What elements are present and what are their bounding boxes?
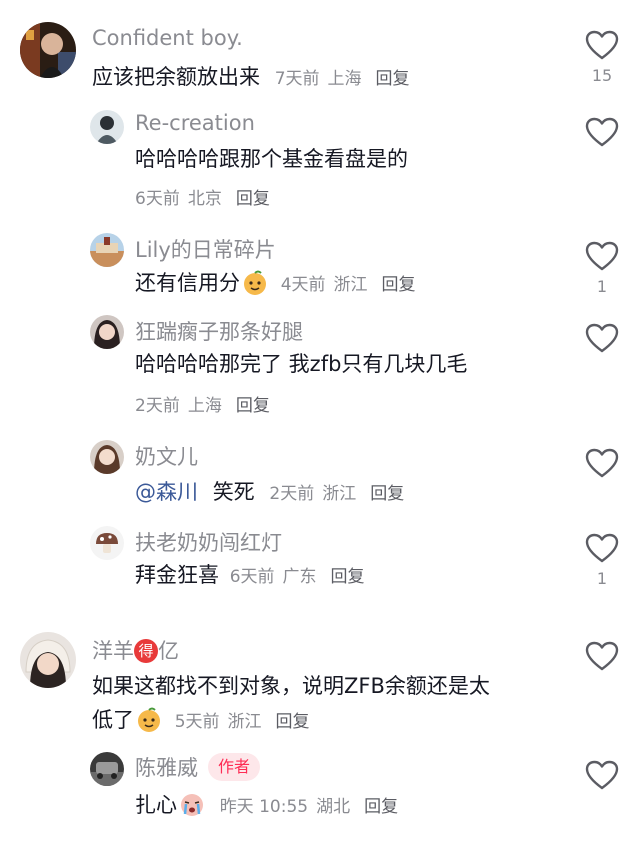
heart-outline-icon — [585, 641, 619, 671]
username-text: 陈雅威 — [135, 756, 198, 780]
comment-text: 哈哈哈哈那完了 我zfb只有几块几毛 — [135, 352, 468, 376]
like-button[interactable] — [582, 641, 622, 671]
reply-button[interactable]: 回复 — [236, 396, 270, 416]
like-button[interactable] — [582, 760, 622, 790]
mango-emoji-icon — [138, 707, 160, 732]
comment-time: 6天前 — [135, 189, 180, 209]
comment-meta: 6天前 北京 回复 — [135, 184, 270, 209]
comment-text-content: 应该把余额放出来 — [92, 65, 260, 89]
crying-emoji-icon — [181, 794, 203, 816]
heart-outline-icon — [585, 760, 619, 790]
heart-outline-icon — [585, 117, 619, 147]
comment-location: 浙江 — [333, 275, 368, 295]
heart-outline-icon — [585, 533, 619, 563]
username-text: 亿 — [158, 639, 179, 663]
comment-text-content: 拜金狂喜 — [135, 563, 219, 587]
username-text: 洋羊 — [92, 639, 134, 663]
comment-text-content: 还有信用分 — [135, 271, 240, 295]
username[interactable]: 洋羊得亿 — [92, 635, 179, 665]
reply-button[interactable]: 回复 — [370, 484, 404, 504]
like-count: 15 — [591, 66, 613, 85]
heart-outline-icon — [585, 30, 619, 60]
like-button[interactable]: 1 — [582, 241, 622, 296]
username[interactable]: Lily的日常碎片 — [135, 234, 276, 264]
author-tag: 作者 — [208, 753, 261, 781]
reply-button[interactable]: 回复 — [376, 69, 410, 89]
comment-text: 如果这都找不到对象，说明ZFB余额还是太 — [92, 674, 490, 698]
mention-link[interactable]: @森川 — [135, 480, 198, 504]
username[interactable]: Confident boy. — [92, 26, 243, 50]
comment-meta: 2天前 上海 回复 — [135, 391, 270, 416]
like-button[interactable]: 1 — [582, 533, 622, 588]
username[interactable]: Re-creation — [135, 111, 255, 135]
heart-outline-icon — [585, 323, 619, 353]
avatar[interactable] — [90, 526, 124, 560]
avatar[interactable] — [90, 440, 124, 474]
comment-time: 7天前 — [274, 69, 320, 89]
comment-location: 湖北 — [316, 797, 351, 817]
avatar[interactable] — [20, 22, 76, 78]
username[interactable]: 狂踹瘸子那条好腿 — [135, 316, 303, 346]
mango-emoji-icon — [244, 270, 266, 295]
comment-location: 北京 — [187, 189, 222, 209]
comment-location: 浙江 — [322, 484, 357, 504]
comment-text: 拜金狂喜 6天前 广东 回复 — [135, 559, 365, 593]
reply-button[interactable]: 回复 — [331, 567, 365, 587]
like-button[interactable] — [582, 323, 622, 353]
comment-text: 扎心 昨天 10:55 湖北 回复 — [135, 789, 398, 823]
comment-text-content: 扎心 — [135, 793, 177, 817]
comment-location: 上海 — [327, 69, 362, 89]
comment-text: 哈哈哈哈跟那个基金看盘是的 — [135, 147, 408, 171]
avatar[interactable] — [90, 233, 124, 267]
heart-outline-icon — [585, 448, 619, 478]
comment-text: @森川 笑死 2天前 浙江 回复 — [135, 476, 404, 510]
comment-location: 上海 — [187, 396, 222, 416]
comment-time: 6天前 — [229, 567, 275, 587]
comment-text-line2: 低了 5天前 浙江 回复 — [92, 704, 310, 738]
comment-time: 5天前 — [174, 712, 220, 732]
like-button[interactable] — [582, 117, 622, 147]
username[interactable]: 奶文儿 — [135, 441, 198, 471]
comment-time: 昨天 10:55 — [219, 797, 309, 817]
avatar[interactable] — [90, 110, 124, 144]
comment-location: 广东 — [282, 567, 317, 587]
username-badge: 得 — [134, 639, 158, 663]
like-count: 1 — [596, 277, 608, 296]
avatar[interactable] — [90, 315, 124, 349]
heart-outline-icon — [585, 241, 619, 271]
avatar[interactable] — [90, 752, 124, 786]
reply-button[interactable]: 回复 — [276, 712, 310, 732]
comment-location: 浙江 — [227, 712, 262, 732]
comment-text: 应该把余额放出来 7天前 上海 回复 — [92, 61, 410, 95]
comment-time: 4天前 — [280, 275, 326, 295]
username[interactable]: 扶老奶奶闯红灯 — [135, 527, 282, 557]
reply-button[interactable]: 回复 — [236, 189, 270, 209]
like-button[interactable]: 15 — [582, 30, 622, 85]
username[interactable]: 陈雅威 作者 — [135, 752, 261, 782]
like-count: 1 — [596, 569, 608, 588]
like-button[interactable] — [582, 448, 622, 478]
reply-button[interactable]: 回复 — [382, 275, 416, 295]
comment-time: 2天前 — [135, 396, 180, 416]
comment-text: 还有信用分 4天前 浙江 回复 — [135, 267, 416, 301]
comment-text-content: 笑死 — [212, 480, 255, 504]
comment-time: 2天前 — [269, 484, 315, 504]
comment-text-content: 低了 — [92, 708, 134, 732]
mushroom-avatar-icon — [90, 526, 124, 560]
avatar[interactable] — [20, 632, 76, 688]
reply-button[interactable]: 回复 — [364, 797, 398, 817]
